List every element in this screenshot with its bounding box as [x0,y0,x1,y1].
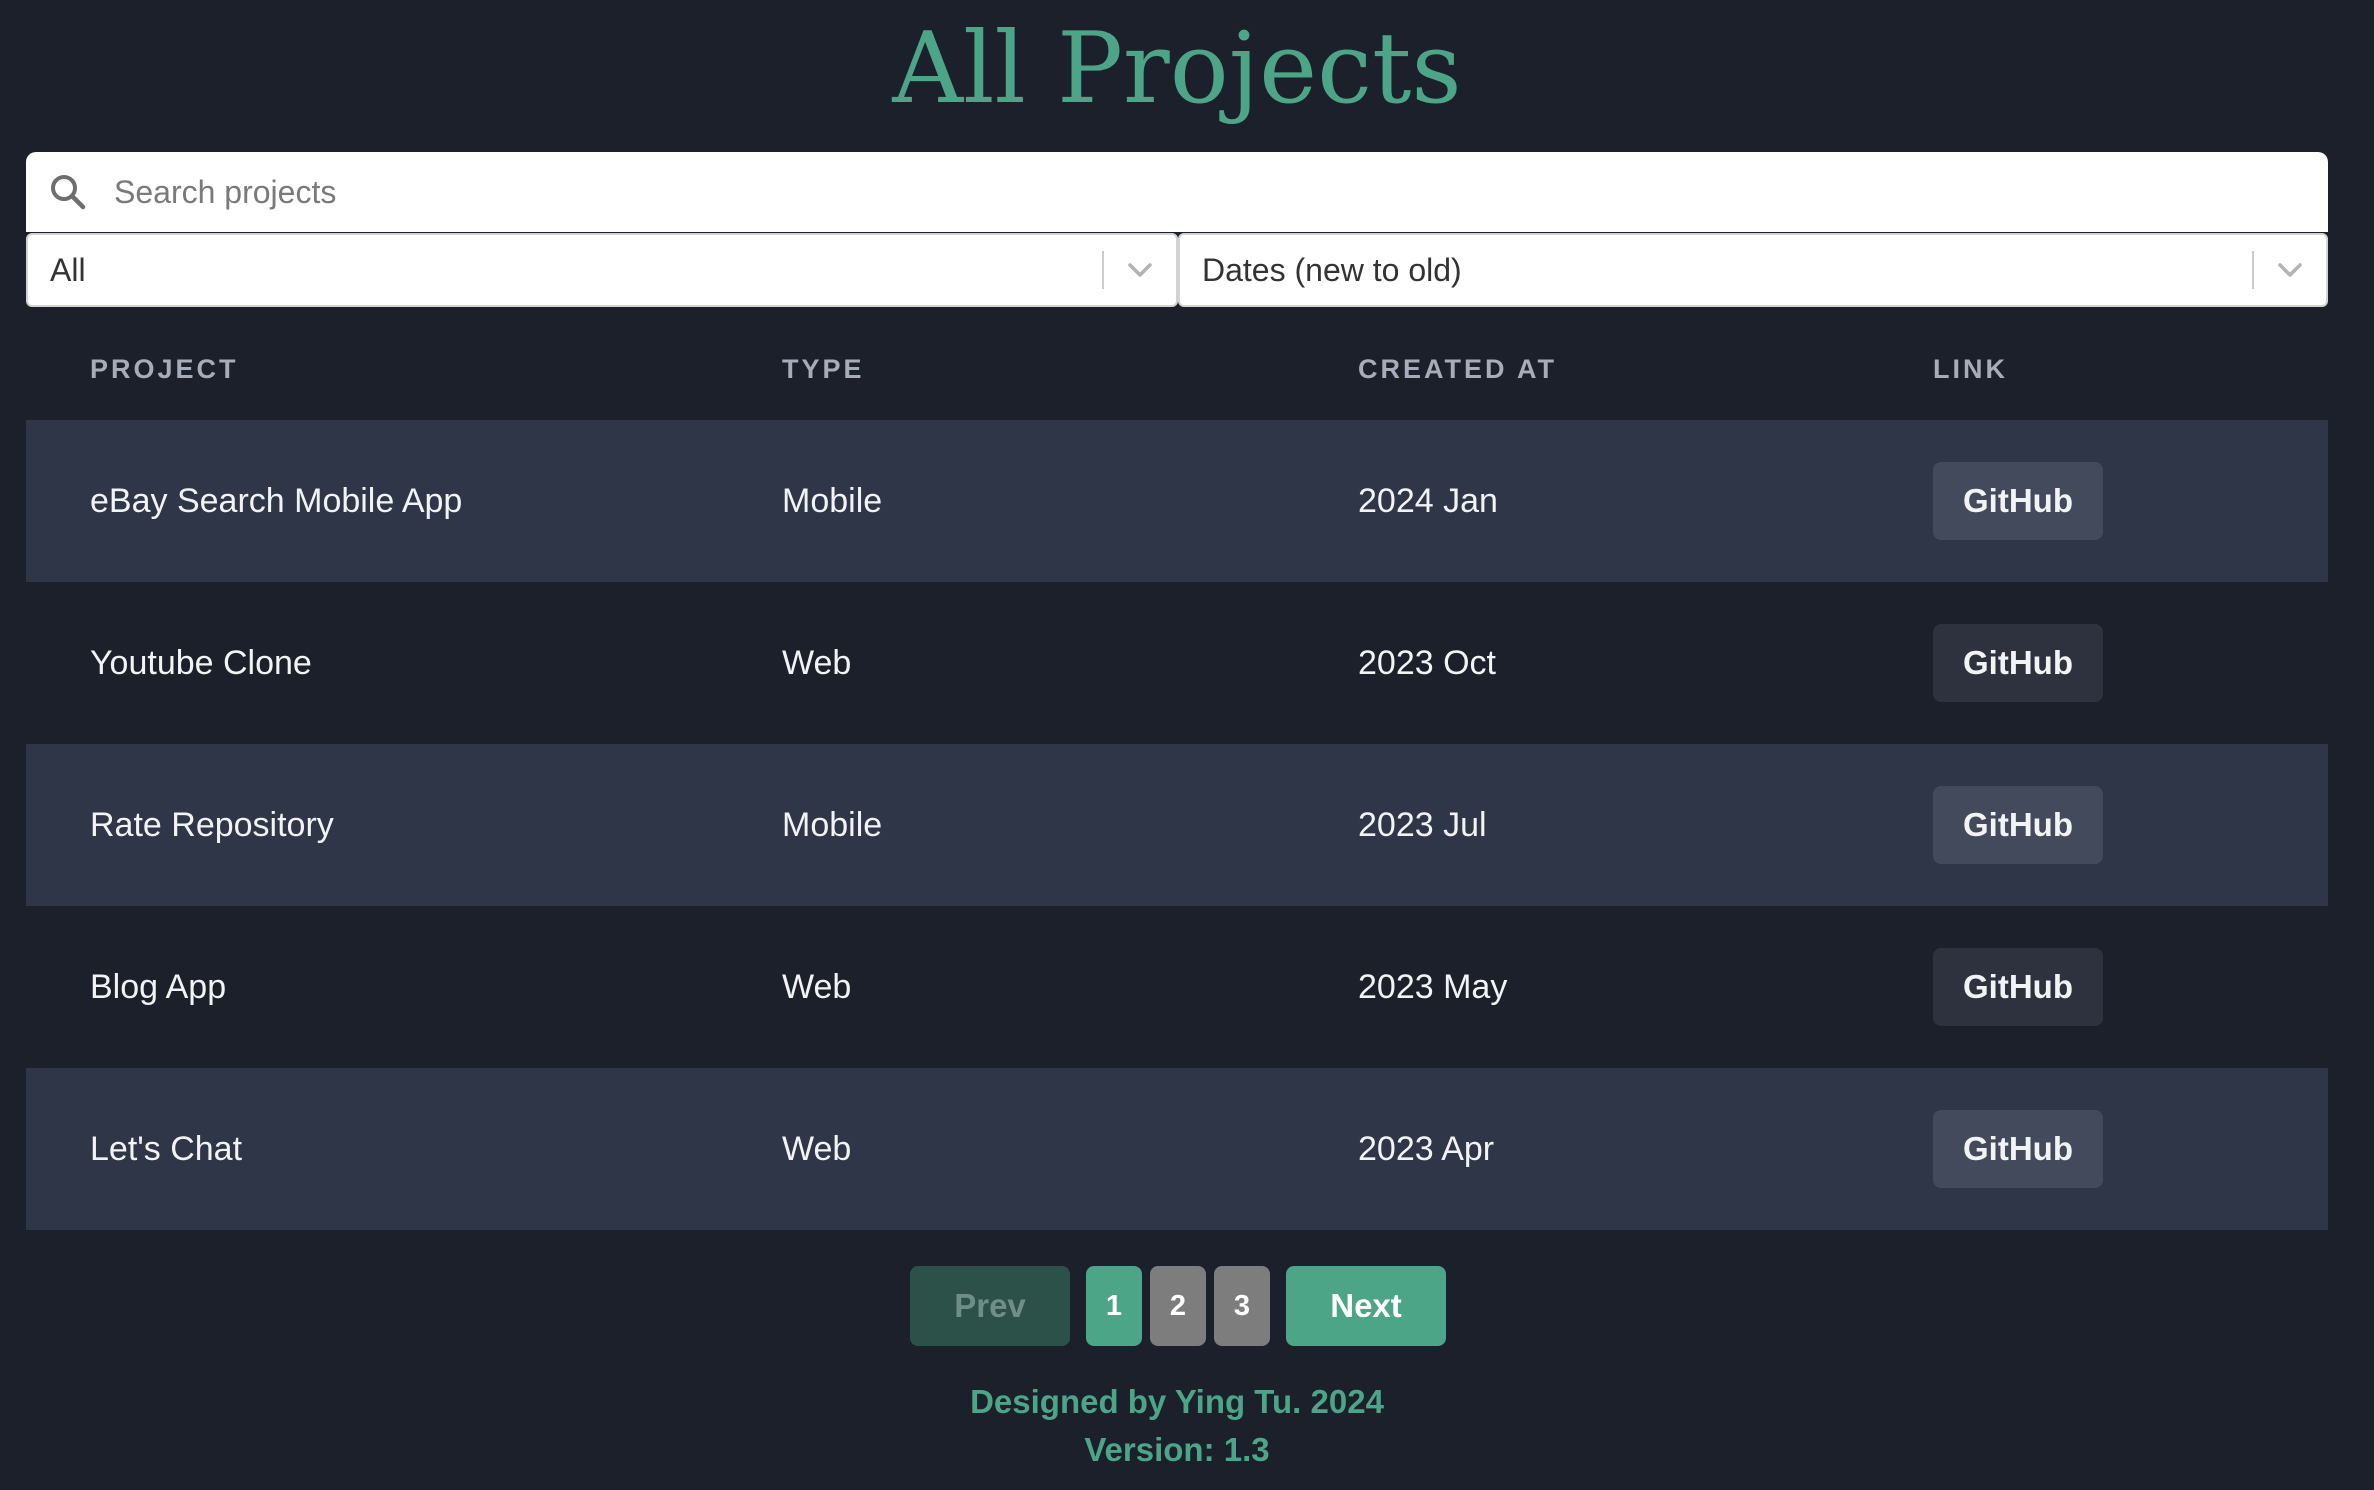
project-created-at: 2023 Apr [1358,1130,1495,1168]
chevron-down-icon[interactable] [1122,252,1158,288]
project-created-at: 2023 May [1358,968,1508,1006]
chevron-down-icon[interactable] [2272,252,2308,288]
column-header-type: TYPE [782,354,865,384]
github-link-button[interactable]: GitHub [1933,786,2103,864]
table-row: Rate Repository Mobile 2023 Jul GitHub [26,744,2328,906]
project-name: Youtube Clone [90,644,312,682]
project-type: Web [782,968,852,1006]
pagination: Prev 1 2 3 Next [0,1266,2354,1346]
page-button-3[interactable]: 3 [1214,1266,1270,1346]
table-row: Youtube Clone Web 2023 Oct GitHub [26,582,2328,744]
search-input[interactable] [106,152,2296,232]
project-created-at: 2023 Jul [1358,806,1487,844]
table-row: Blog App Web 2023 May GitHub [26,906,2328,1068]
table-row: eBay Search Mobile App Mobile 2024 Jan G… [26,420,2328,582]
project-created-at: 2023 Oct [1358,644,1496,682]
project-name: eBay Search Mobile App [90,482,463,520]
column-header-project: PROJECT [90,354,239,384]
project-created-at: 2024 Jan [1358,482,1498,520]
next-page-button[interactable]: Next [1286,1266,1446,1346]
select-divider [2252,251,2254,289]
github-link-button[interactable]: GitHub [1933,948,2103,1026]
project-type: Mobile [782,482,883,520]
search-bar[interactable] [26,152,2328,232]
projects-table: PROJECT TYPE CREATED AT LINK eBay Search… [26,320,2328,1230]
page-button-1[interactable]: 1 [1086,1266,1142,1346]
select-divider [1102,251,1104,289]
type-filter-select[interactable]: All [26,233,1178,307]
sort-order-value: Dates (new to old) [1202,252,1462,288]
project-name: Blog App [90,968,227,1006]
sort-order-select[interactable]: Dates (new to old) [1178,233,2328,307]
table-header: PROJECT TYPE CREATED AT LINK [26,320,2328,420]
project-name: Rate Repository [90,806,334,844]
project-type: Web [782,1130,852,1168]
table-row: Let's Chat Web 2023 Apr GitHub [26,1068,2328,1230]
column-header-link: LINK [1933,354,2008,384]
page-button-2[interactable]: 2 [1150,1266,1206,1346]
project-type: Web [782,644,852,682]
footer-credit: Designed by Ying Tu. 2024 [970,1383,1384,1420]
github-link-button[interactable]: GitHub [1933,624,2103,702]
project-name: Let's Chat [90,1130,243,1168]
project-type: Mobile [782,806,883,844]
prev-page-button[interactable]: Prev [910,1266,1070,1346]
github-link-button[interactable]: GitHub [1933,462,2103,540]
search-icon [51,175,86,210]
page-title: All Projects [892,12,1462,126]
github-link-button[interactable]: GitHub [1933,1110,2103,1188]
type-filter-value: All [50,252,86,288]
footer-version: Version: 1.3 [1084,1431,1270,1468]
footer: Designed by Ying Tu. 2024 Version: 1.3 [0,1378,2354,1474]
column-header-created-at: CREATED AT [1358,354,1557,384]
